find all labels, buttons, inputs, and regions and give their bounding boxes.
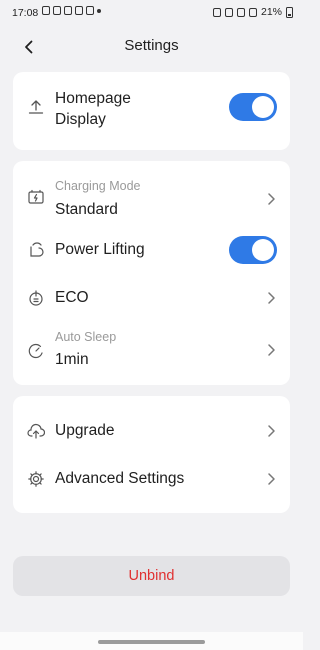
upgrade-row[interactable]: Upgrade — [13, 410, 290, 452]
system-icons: 21% — [212, 6, 293, 18]
homepage-display-label-line2: Display — [55, 111, 106, 128]
settings-screen: 17:08 21% Settings Homepage Display Char… — [0, 0, 303, 650]
charging-mode-row[interactable]: Charging Mode Standard — [13, 171, 290, 221]
sleep-icon — [27, 342, 45, 360]
homepage-display-row: Homepage Display — [13, 72, 290, 150]
notification-icons — [42, 6, 101, 15]
gear-icon — [27, 470, 45, 488]
notification-icon — [53, 6, 61, 15]
eco-label: ECO — [55, 289, 89, 306]
charging-mode-label: Charging Mode — [55, 179, 141, 193]
wifi-icon — [236, 7, 245, 17]
power-settings-card: Charging Mode Standard Power Lifting ECO — [13, 161, 290, 385]
power-lifting-row: Power Lifting — [13, 231, 290, 269]
home-indicator[interactable] — [98, 640, 205, 644]
power-lift-icon — [27, 241, 45, 259]
chevron-right-icon — [266, 291, 276, 305]
chevron-right-icon — [266, 472, 276, 486]
status-bar: 17:08 21% — [0, 0, 303, 28]
chevron-right-icon — [266, 343, 276, 357]
toggle-knob — [252, 96, 274, 118]
power-lifting-toggle[interactable] — [229, 236, 277, 264]
mute-icon — [224, 7, 233, 17]
eco-row[interactable]: ECO — [13, 279, 290, 317]
charging-mode-value: Standard — [55, 201, 118, 218]
notification-icon — [42, 6, 50, 15]
auto-sleep-row[interactable]: Auto Sleep 1min — [13, 323, 290, 375]
notification-dot-icon — [97, 9, 101, 13]
battery-charge-icon — [27, 188, 45, 206]
upload-icon — [27, 98, 45, 116]
notification-icon — [75, 6, 83, 15]
homepage-display-label-line1: Homepage — [55, 90, 131, 107]
status-time: 17:08 — [12, 7, 39, 19]
system-card: Upgrade Advanced Settings — [13, 396, 290, 513]
auto-sleep-value: 1min — [55, 351, 89, 368]
signal-icon — [248, 7, 257, 17]
page-title: Settings — [124, 37, 179, 54]
chevron-right-icon — [266, 424, 276, 438]
display-card: Homepage Display — [13, 72, 290, 150]
bluetooth-icon — [212, 7, 221, 17]
advanced-settings-label: Advanced Settings — [55, 470, 185, 487]
advanced-settings-row[interactable]: Advanced Settings — [13, 458, 290, 500]
battery-percent: 21% — [260, 6, 282, 18]
header: Settings — [0, 28, 303, 68]
eco-icon — [27, 289, 45, 307]
upgrade-label: Upgrade — [55, 422, 115, 439]
cloud-upload-icon — [27, 422, 46, 440]
power-lifting-label: Power Lifting — [55, 241, 145, 258]
toggle-knob — [252, 239, 274, 261]
chevron-right-icon — [266, 192, 276, 206]
notification-icon — [64, 6, 72, 15]
unbind-button[interactable]: Unbind — [13, 556, 290, 596]
notification-icon — [86, 6, 94, 15]
auto-sleep-label: Auto Sleep — [55, 330, 117, 344]
battery-icon — [286, 6, 293, 18]
homepage-display-toggle[interactable] — [229, 93, 277, 121]
